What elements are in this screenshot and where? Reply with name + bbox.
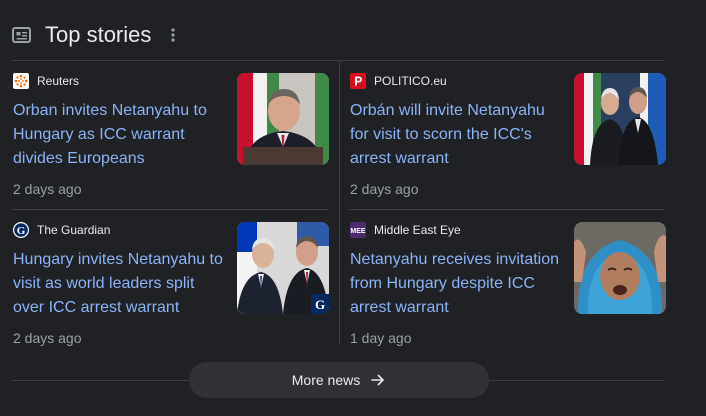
source-name: Reuters — [37, 74, 80, 88]
story-age: 2 days ago — [13, 181, 82, 197]
source-name: Middle East Eye — [374, 223, 461, 237]
story-headline[interactable]: Orbán will invite Netanyahu for visit to… — [350, 99, 560, 171]
story-source: Reuters — [13, 73, 79, 89]
story-age: 1 day ago — [350, 330, 412, 346]
story-thumbnail[interactable] — [237, 73, 329, 165]
divider — [489, 380, 665, 381]
story-thumbnail[interactable]: G — [237, 222, 329, 314]
section-header: Top stories — [12, 20, 181, 50]
reuters-logo-icon — [13, 73, 29, 89]
svg-text:G: G — [17, 225, 26, 237]
mee-logo-icon: MEE — [350, 222, 366, 238]
guardian-logo-icon: G — [13, 222, 29, 238]
story-card[interactable]: Reuters Orban invites Netanyahu to Hunga… — [13, 73, 329, 211]
story-headline[interactable]: Hungary invites Netanyahu to visit as wo… — [13, 248, 223, 320]
more-vert-icon[interactable] — [165, 25, 181, 45]
story-source: G The Guardian — [13, 222, 110, 238]
story-source: POLITICO.eu — [350, 73, 447, 89]
more-news-label: More news — [291, 372, 361, 388]
story-thumbnail[interactable] — [574, 222, 666, 314]
source-name: The Guardian — [37, 223, 111, 237]
story-card[interactable]: MEE Middle East Eye Netanyahu receives i… — [350, 222, 666, 360]
story-age: 2 days ago — [350, 181, 419, 197]
column-divider — [339, 61, 340, 345]
svg-text:G: G — [315, 297, 325, 312]
section-title: Top stories — [45, 22, 152, 47]
story-card[interactable]: G The Guardian Hungary invites Netanyahu… — [13, 222, 329, 360]
divider — [12, 380, 189, 381]
story-headline[interactable]: Orban invites Netanyahu to Hungary as IC… — [13, 99, 223, 171]
story-headline[interactable]: Netanyahu receives invitation from Hunga… — [350, 248, 560, 320]
politico-logo-icon — [350, 73, 366, 89]
story-card[interactable]: POLITICO.eu Orbán will invite Netanyahu … — [350, 73, 666, 211]
newspaper-icon — [12, 27, 32, 43]
source-name: POLITICO.eu — [374, 74, 447, 88]
arrow-right-icon — [370, 372, 386, 388]
more-news-button[interactable]: More news — [189, 362, 489, 398]
story-source: MEE Middle East Eye — [350, 222, 461, 238]
story-thumbnail[interactable] — [574, 73, 666, 165]
story-age: 2 days ago — [13, 330, 82, 346]
svg-text:MEE: MEE — [350, 228, 366, 235]
